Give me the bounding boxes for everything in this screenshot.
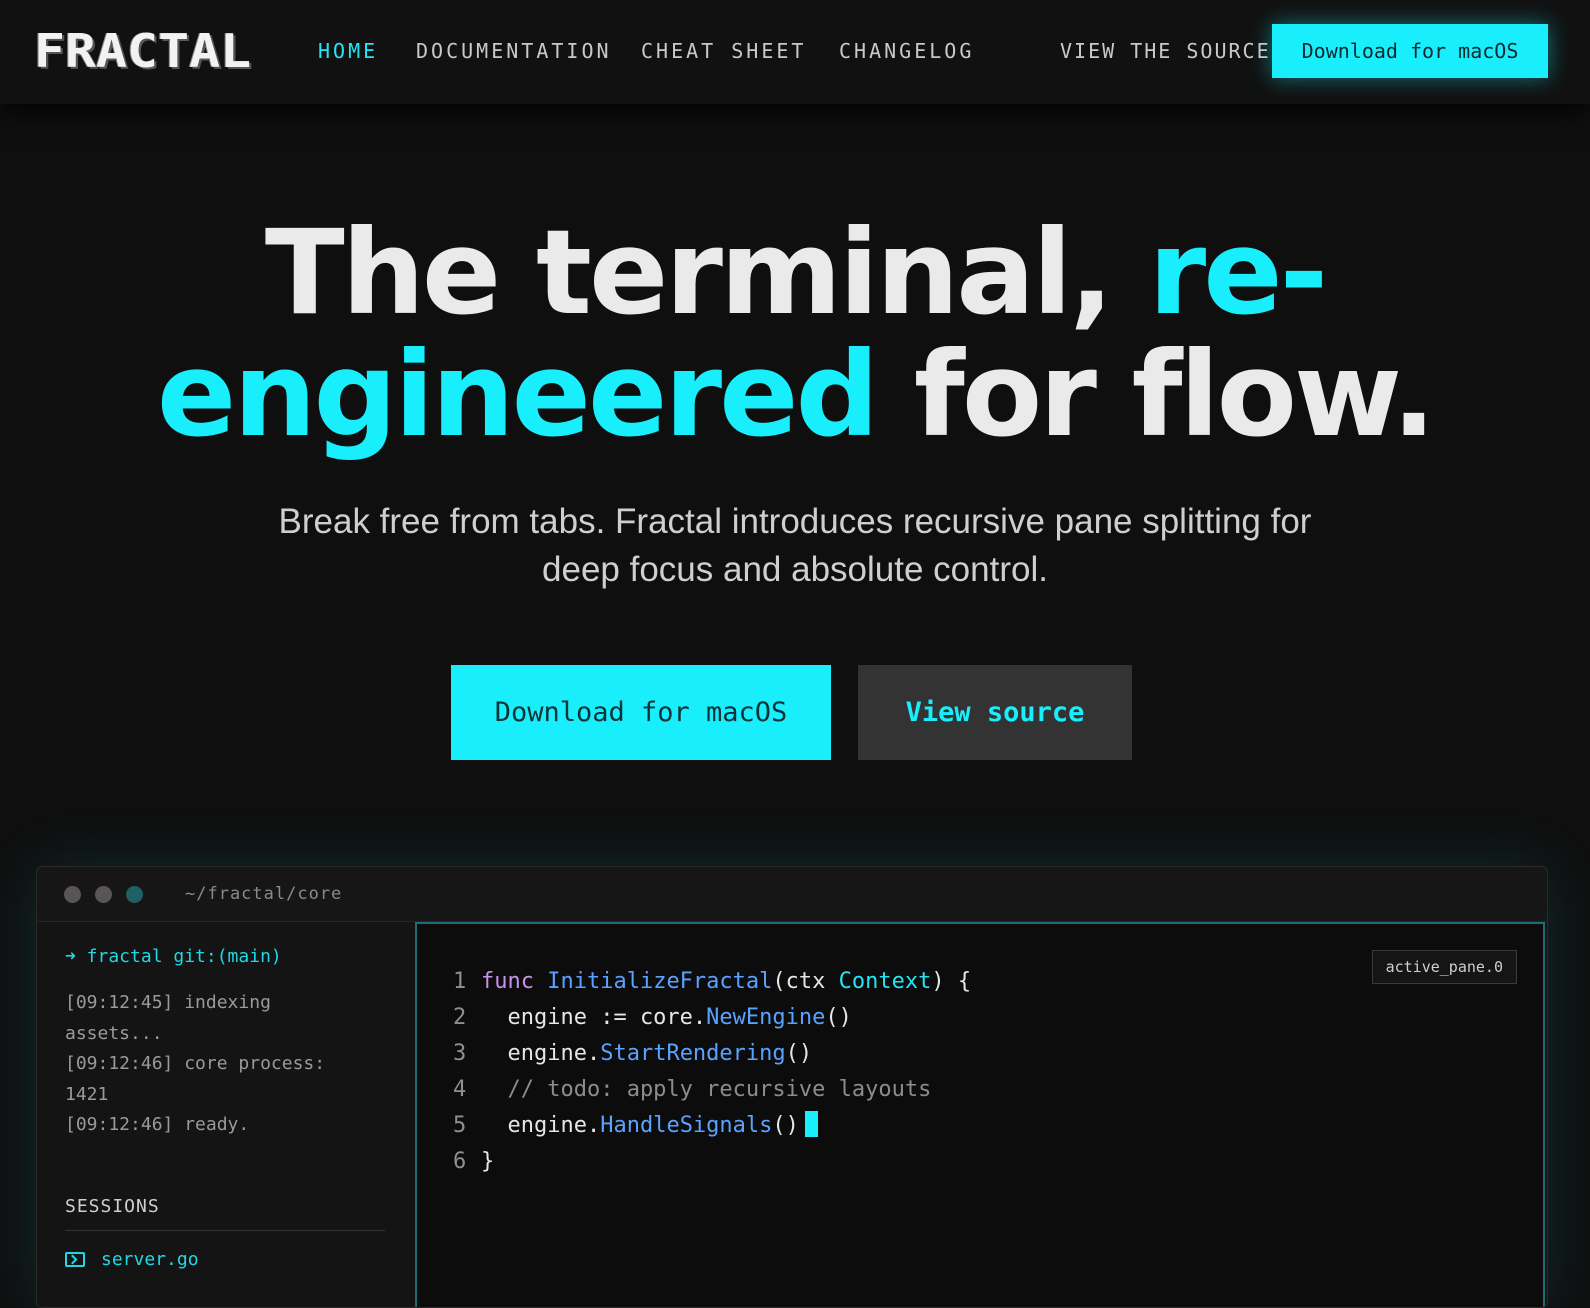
terminal-window: ~/fractal/core ➜ fractal git:(main) [09:… <box>36 866 1548 1308</box>
hero-title-part1: The terminal, <box>264 204 1149 341</box>
line-number: 4 <box>453 1077 467 1102</box>
log-line: [09:12:46] core process: <box>65 1053 326 1074</box>
window-path: ~/fractal/core <box>185 884 343 904</box>
editor-pane[interactable]: active_pane.0 1 func InitializeFractal(ct… <box>415 922 1545 1307</box>
log-line: 1421 <box>65 1083 109 1105</box>
hero-title-part2: for flow. <box>876 326 1436 463</box>
window-titlebar: ~/fractal/core <box>37 867 1547 922</box>
window-maximize-dot[interactable] <box>126 886 143 903</box>
code-text: engine. <box>481 1113 601 1138</box>
code-text: ) { <box>931 969 972 994</box>
code-text: engine := core. <box>481 1005 707 1030</box>
hero-subtitle-line2: deep focus and absolute control. <box>542 550 1048 589</box>
line-number: 3 <box>453 1041 467 1066</box>
code-text: engine. <box>481 1041 601 1066</box>
nav-cheat-sheet[interactable]: CHEAT SHEET <box>641 38 806 64</box>
code-type: Context <box>838 969 932 994</box>
nav-home[interactable]: HOME <box>318 38 378 64</box>
text-cursor <box>804 1111 818 1137</box>
session-name: server.go <box>101 1248 199 1270</box>
code-function: InitializeFractal <box>547 969 773 994</box>
terminal-icon <box>65 1251 85 1267</box>
code-comment: // todo: apply recursive layouts <box>481 1077 932 1102</box>
view-source-button[interactable]: View source <box>858 665 1132 760</box>
code-text: (ctx <box>772 969 839 994</box>
hero-title: The terminal, re- engineered for flow. <box>0 212 1590 456</box>
nav-view-source[interactable]: VIEW THE SOURCE <box>1060 38 1271 64</box>
log-line: assets... <box>65 1022 163 1044</box>
active-pane-badge: active_pane.0 <box>1371 950 1517 984</box>
code-function: HandleSignals <box>600 1113 773 1138</box>
nav-documentation[interactable]: DOCUMENTATION <box>416 38 612 64</box>
line-number: 6 <box>453 1149 467 1174</box>
hero-subtitle: Break free from tabs. Fractal introduces… <box>0 498 1590 594</box>
shell-prompt: ➜ fractal git:(main) <box>65 946 282 967</box>
nav-download-button[interactable]: Download for macOS <box>1272 24 1548 78</box>
hero-title-accent2: engineered <box>156 326 879 463</box>
terminal-sidebar-pane[interactable]: ➜ fractal git:(main) [09:12:45] indexing… <box>37 922 415 1307</box>
sessions-divider <box>65 1230 385 1231</box>
log-output: [09:12:45] indexing assets... [09:12:46]… <box>65 988 385 1141</box>
code-text: () <box>785 1041 813 1066</box>
session-item-server-go[interactable]: server.go <box>65 1244 199 1274</box>
sessions-heading: SESSIONS <box>65 1196 160 1217</box>
hero-subtitle-line1: Break free from tabs. Fractal introduces… <box>278 502 1312 541</box>
download-macos-button[interactable]: Download for macOS <box>451 665 831 760</box>
fractal-logo[interactable]: FRACTAL <box>34 22 251 80</box>
nav-changelog[interactable]: CHANGELOG <box>839 38 974 64</box>
line-number: 5 <box>453 1113 467 1138</box>
log-line: [09:12:46] ready. <box>65 1114 250 1135</box>
code-keyword: func <box>481 969 534 994</box>
window-minimize-dot[interactable] <box>95 886 112 903</box>
log-line: [09:12:45] indexing <box>65 992 271 1013</box>
code-text: () <box>772 1113 799 1138</box>
top-navbar: FRACTAL HOME DOCUMENTATION CHEAT SHEET C… <box>0 0 1590 104</box>
code-block[interactable]: 1 func InitializeFractal(ctx Context) { 2… <box>453 964 971 1180</box>
code-text: () <box>825 1005 852 1030</box>
line-number: 1 <box>453 969 467 994</box>
line-number: 2 <box>453 1005 467 1030</box>
code-text: } <box>481 1149 495 1174</box>
window-close-dot[interactable] <box>64 886 81 903</box>
hero-title-accent1: re- <box>1148 204 1329 341</box>
code-function: StartRendering <box>600 1041 786 1066</box>
code-function: NewEngine <box>706 1005 826 1030</box>
